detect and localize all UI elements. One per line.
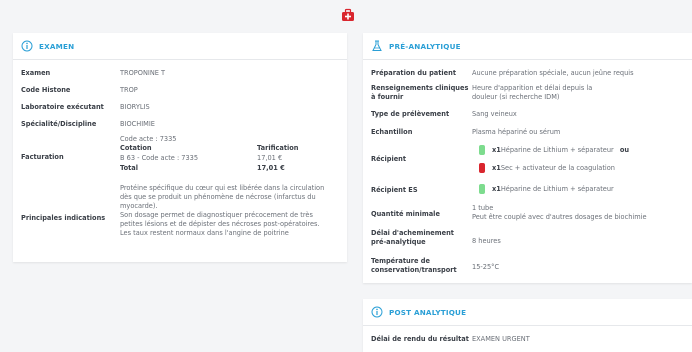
delai-value: 8 heures [472,237,501,245]
examen-value: TROPONINE T [120,69,166,77]
flask-icon [371,40,383,52]
red-tube-icon [479,163,485,173]
type-prelevement-value: Sang veineux [472,110,517,118]
facturation-label: Facturation [21,153,64,161]
delai-rendu-label: Délai de rendu du résultat [371,335,469,343]
pre-analytique-title: PRÉ-ANALYTIQUE [389,41,461,51]
info-icon [371,306,383,318]
quantite-value: 1 tube [472,204,494,212]
renseignements-label: Renseignements cliniques [371,84,469,92]
laboratoire-label: Laboratoire exécutant [21,103,104,111]
examen-card-header: EXAMEN [13,33,347,60]
code-acte: Code acte : 7335 [120,135,177,143]
recipient-es-label: Récipient ES [371,186,418,194]
recipient-es-text: Héparine de Lithium + séparateur [500,185,614,193]
delai-rendu-value: EXAMEN URGENT [472,335,530,343]
cotation-header: Cotation [120,144,152,152]
specialite-value: BIOCHIMIE [120,120,155,128]
green-tube-icon [479,145,485,155]
recipient-es-item: x1Héparine de Lithium + séparateur [492,185,614,194]
pre-analytique-header: PRÉ-ANALYTIQUE [363,33,692,60]
examen-title: EXAMEN [39,41,75,51]
indications-line: dès que se produit un phénomène de nécro… [120,193,316,201]
post-analytique-header: POST ANALYTIQUE [363,299,692,326]
info-icon [21,40,33,52]
indications-line: Protéine spécifique du cœur qui est libé… [120,184,325,192]
recipient-es-qty: x1 [492,185,501,193]
recipient-item-2: x1Sec + activateur de la coagulation [492,164,615,173]
delai-label: Délai d'acheminement [371,229,454,237]
echantillon-label: Echantillon [371,128,413,136]
recipient-item-2-text: Sec + activateur de la coagulation [500,164,615,172]
post-analytique-card: POST ANALYTIQUE Délai de rendu du résult… [363,299,692,352]
indications-line: Son dosage permet de diagnostiquer préco… [120,211,313,219]
renseignements-label: à fournir [371,93,404,101]
renseignements-value: Heure d'apparition et délai depuis la [472,84,593,92]
tarification-value: 17,01 € [257,154,283,162]
recipient-item-1: x1Héparine de Lithium + séparateur ou [492,146,629,155]
recipient-item-1-text: Héparine de Lithium + séparateur [500,146,614,154]
cotation-value: B 63 - Code acte : 7335 [120,154,199,162]
indications-line: myocarde). [120,202,158,210]
temperature-label: Température de [371,257,430,265]
recipient-item-1-qty: x1 [492,146,501,154]
indications-line: Les taux restent normaux dans l'angine d… [120,229,289,237]
quantite-value: Peut être couplé avec d'autres dosages d… [472,213,647,221]
specialite-label: Spécialité/Discipline [21,120,97,128]
recipient-item-2-qty: x1 [492,164,501,172]
tarification-header: Tarification [257,144,299,152]
medical-kit-icon [342,8,354,21]
examen-card: EXAMEN Examen TROPONINE T Code Histone T… [13,33,347,262]
green-tube-icon [479,184,485,194]
preparation-label: Préparation du patient [371,69,456,77]
code-histone-label: Code Histone [21,86,71,94]
type-prelevement-label: Type de prélèvement [371,110,450,118]
recipient-label: Récipient [371,155,407,163]
temperature-value: 15-25°C [472,263,500,271]
indications-line: petites lésions et de dépister des nécro… [120,220,320,228]
total-label: Total [120,164,139,172]
indications-label: Principales indications [21,214,106,222]
code-histone-value: TROP [120,86,138,94]
post-analytique-title: POST ANALYTIQUE [389,307,467,317]
total-value: 17,01 € [257,164,285,172]
pre-analytique-card: PRÉ-ANALYTIQUE Préparation du patient Au… [363,33,692,283]
temperature-label: conservation/transport [371,266,457,274]
echantillon-value: Plasma hépariné ou sérum [472,128,561,136]
preparation-value: Aucune préparation spéciale, aucun jeûne… [472,69,634,77]
renseignements-value: douleur (si recherche IDM) [472,93,560,101]
quantite-label: Quantité minimale [371,210,440,218]
laboratoire-value: BIORYLIS [120,103,150,111]
recipient-item-1-suffix: ou [619,146,630,154]
delai-label: pré-analytique [371,238,426,246]
examen-label: Examen [21,69,51,77]
